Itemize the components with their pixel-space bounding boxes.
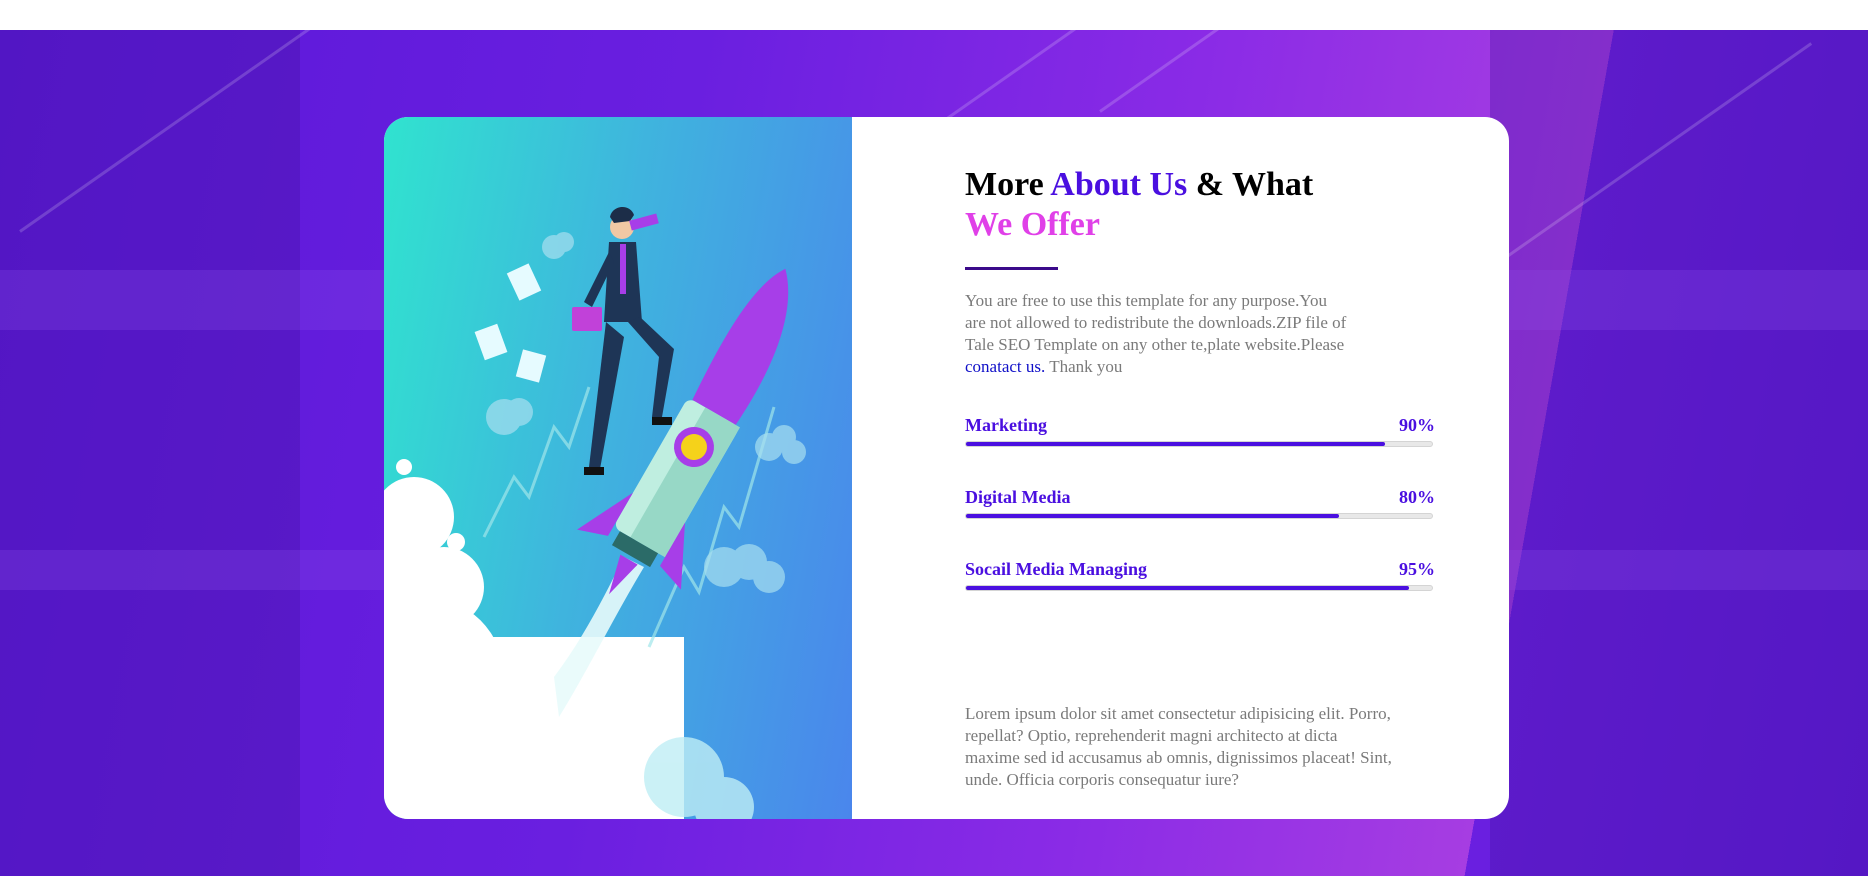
skill-label: Marketing — [965, 415, 1047, 435]
section-title: More About Us & What We Offer — [965, 165, 1365, 245]
title-part: & What — [1187, 166, 1314, 203]
title-highlight-we-offer: We Offer — [965, 206, 1100, 243]
progress-fill — [966, 442, 1386, 446]
skill-percent: 80% — [1399, 487, 1435, 507]
skill-percent: 90% — [1399, 415, 1435, 435]
about-content: More About Us & What We Offer You are fr… — [965, 165, 1435, 631]
lorem-paragraph: Lorem ipsum dolor sit amet consectetur a… — [965, 704, 1392, 789]
about-description: You are free to use this template for an… — [965, 290, 1350, 378]
background-panel-left — [0, 30, 300, 876]
title-part: More — [965, 166, 1051, 203]
background-panel-right — [1490, 30, 1868, 876]
progress-track — [965, 585, 1433, 591]
rocket-illustration — [384, 117, 852, 819]
skill-label: Socail Media Managing — [965, 559, 1148, 579]
skill-digital-media: Digital Media 80% — [965, 487, 1435, 559]
rocket-businessman-image — [384, 206, 806, 819]
progress-fill — [966, 514, 1339, 518]
contact-us-link[interactable]: conatact us. — [965, 357, 1045, 376]
skill-marketing: Marketing 90% — [965, 415, 1435, 487]
description-text: You are free to use this template for an… — [965, 291, 1347, 354]
progress-fill — [966, 586, 1409, 590]
skill-social-media-managing: Socail Media Managing 95% — [965, 559, 1435, 631]
skill-label: Digital Media — [965, 487, 1071, 507]
title-divider — [965, 267, 1058, 270]
skill-percent: 95% — [1399, 559, 1435, 579]
cloud-shadow — [644, 737, 754, 819]
background-light-stripe — [1099, 30, 1306, 113]
skill-bars: Marketing 90% Digital Media 80% Socail M… — [965, 415, 1435, 631]
about-card: More About Us & What We Offer You are fr… — [384, 117, 1509, 819]
progress-track — [965, 513, 1433, 519]
businessman-shape — [572, 206, 674, 475]
description-text-end: Thank you — [1045, 357, 1123, 376]
title-highlight-about-us: About Us — [1050, 166, 1188, 203]
progress-track — [965, 441, 1433, 447]
